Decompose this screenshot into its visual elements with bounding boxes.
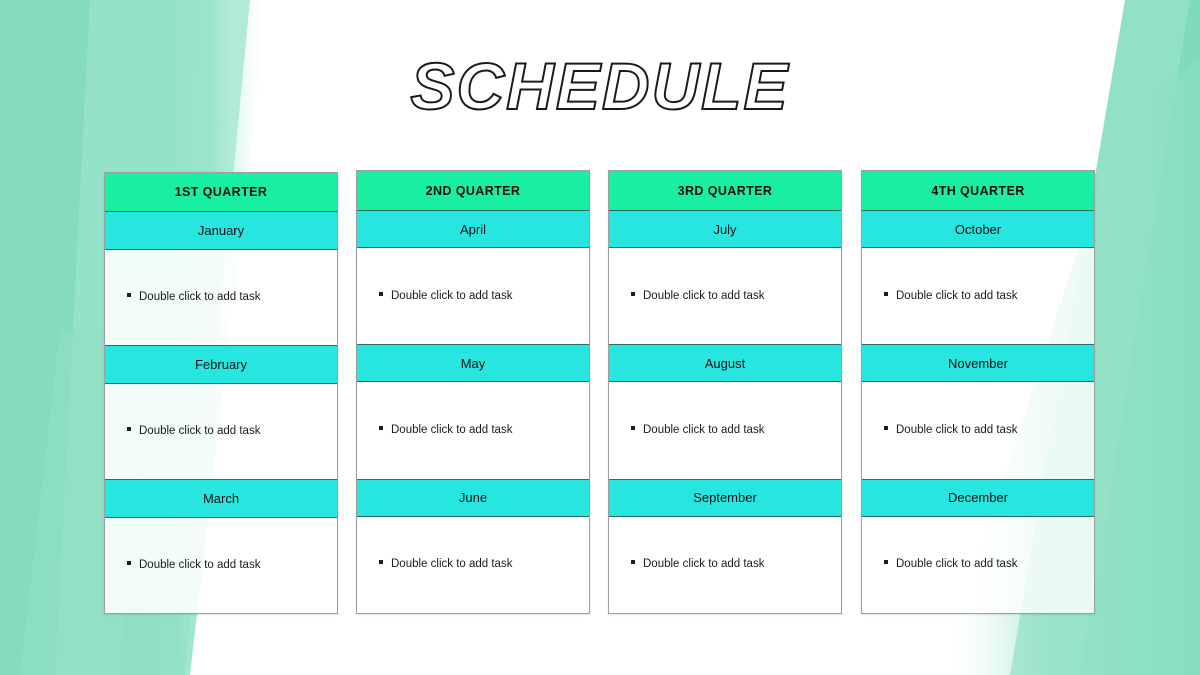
task-item[interactable]: Double click to add task [127,558,260,573]
task-item[interactable]: Double click to add task [631,423,764,438]
quarter-header-q2: 2ND QUARTER [357,171,589,211]
task-text: Double click to add task [139,425,261,438]
task-item[interactable]: Double click to add task [631,557,764,572]
task-item[interactable]: Double click to add task [379,557,512,572]
task-text: Double click to add task [896,558,1018,571]
quarter-card-q2[interactable]: 2ND QUARTER April Double click to add ta… [356,170,590,614]
quarter-header-q4: 4TH QUARTER [862,171,1094,211]
task-area-december[interactable]: Double click to add task [862,517,1094,613]
bullet-icon [127,293,131,298]
task-text: Double click to add task [643,289,765,302]
quarter-card-q3[interactable]: 3RD QUARTER July Double click to add tas… [608,170,842,614]
task-area-february[interactable]: Double click to add task [105,384,337,479]
task-text: Double click to add task [896,424,1018,437]
task-item[interactable]: Double click to add task [379,289,512,304]
quarter-card-q4[interactable]: 4TH QUARTER October Double click to add … [861,170,1095,614]
bullet-icon [631,291,635,296]
task-text: Double click to add task [139,559,261,572]
bullet-icon [884,291,888,296]
task-item[interactable]: Double click to add task [127,424,260,439]
month-band-september[interactable]: September [609,478,841,517]
month-band-january[interactable]: January [105,212,337,250]
quarter-header-q3: 3RD QUARTER [609,171,841,211]
task-item[interactable]: Double click to add task [127,290,260,305]
month-band-july[interactable]: July [609,211,841,248]
task-text: Double click to add task [391,424,513,437]
task-item[interactable]: Double click to add task [884,289,1017,304]
quarter-header-q1: 1ST QUARTER [105,173,337,212]
bullet-icon [127,427,131,432]
month-band-march[interactable]: March [105,479,337,518]
bullet-icon [631,560,635,565]
bullet-icon [884,426,888,431]
task-area-july[interactable]: Double click to add task [609,248,841,344]
task-area-september[interactable]: Double click to add task [609,517,841,613]
task-item[interactable]: Double click to add task [631,289,764,304]
slide-canvas: SCHEDULE 1ST QUARTER January Double clic… [0,0,1200,675]
month-band-december[interactable]: December [862,478,1094,517]
task-text: Double click to add task [896,289,1018,302]
task-item[interactable]: Double click to add task [884,557,1017,572]
page-title: SCHEDULE [409,49,790,123]
month-band-august[interactable]: August [609,344,841,383]
month-band-october[interactable]: October [862,211,1094,248]
task-item[interactable]: Double click to add task [884,423,1017,438]
task-area-may[interactable]: Double click to add task [357,382,589,478]
bullet-icon [884,560,888,565]
task-text: Double click to add task [643,424,765,437]
month-band-june[interactable]: June [357,478,589,517]
month-band-april[interactable]: April [357,211,589,248]
task-text: Double click to add task [139,291,261,304]
task-area-march[interactable]: Double click to add task [105,518,337,613]
month-band-november[interactable]: November [862,344,1094,383]
task-area-june[interactable]: Double click to add task [357,517,589,613]
task-text: Double click to add task [391,289,513,302]
month-band-february[interactable]: February [105,345,337,384]
task-area-october[interactable]: Double click to add task [862,248,1094,344]
task-item[interactable]: Double click to add task [379,423,512,438]
bullet-icon [379,291,383,296]
bullet-icon [631,426,635,431]
bullet-icon [127,561,131,566]
task-area-january[interactable]: Double click to add task [105,250,337,345]
quarter-card-q1[interactable]: 1ST QUARTER January Double click to add … [104,172,338,614]
bullet-icon [379,560,383,565]
bullet-icon [379,426,383,431]
title-container: SCHEDULE [0,49,1200,123]
task-text: Double click to add task [643,558,765,571]
task-area-august[interactable]: Double click to add task [609,382,841,478]
task-text: Double click to add task [391,558,513,571]
task-area-april[interactable]: Double click to add task [357,248,589,344]
task-area-november[interactable]: Double click to add task [862,382,1094,478]
month-band-may[interactable]: May [357,344,589,383]
